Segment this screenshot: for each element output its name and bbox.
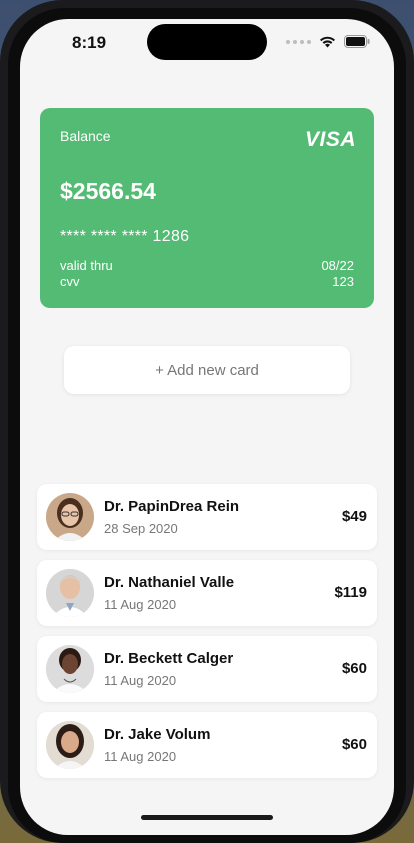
status-icons	[286, 35, 370, 48]
transaction-price: $60	[341, 736, 367, 753]
app-screen: 8:19 Balance VISA $2566.54 **** **** ***…	[20, 19, 394, 835]
add-new-card-button[interactable]: + Add new card	[64, 346, 350, 394]
visa-logo: VISA	[304, 128, 356, 151]
signal-icon	[286, 39, 311, 44]
transaction-date: 28 Sep 2020	[104, 521, 178, 536]
doctor-name: Dr. Beckett Calger	[104, 650, 234, 667]
valid-thru-value: 08/22	[321, 258, 354, 273]
status-time: 8:19	[72, 33, 107, 52]
doctor-name: Dr. Nathaniel Valle	[104, 574, 235, 591]
balance-label: Balance	[60, 128, 111, 144]
transaction-price: $119	[334, 584, 367, 601]
transaction-date: 11 Aug 2020	[104, 597, 177, 612]
status-bar: 8:19	[20, 19, 394, 67]
balance-card[interactable]: Balance VISA $2566.54 **** **** **** 128…	[40, 108, 374, 308]
transaction-list: Dr. PapinDrea Rein 28 Sep 2020 $49 Dr. N…	[37, 484, 377, 788]
transaction-date: 11 Aug 2020	[104, 749, 177, 764]
battery-icon	[344, 35, 370, 48]
cvv-value: 123	[332, 274, 354, 289]
valid-thru-label: valid thru	[60, 258, 113, 273]
avatar	[46, 645, 94, 693]
doctor-name: Dr. PapinDrea Rein	[104, 498, 240, 515]
transaction-item[interactable]: Dr. PapinDrea Rein 28 Sep 2020 $49	[37, 484, 377, 550]
transaction-price: $60	[341, 660, 367, 677]
transaction-date: 11 Aug 2020	[104, 673, 177, 688]
card-number: **** **** **** 1286	[60, 228, 190, 245]
doctor-name: Dr. Jake Volum	[104, 726, 211, 743]
home-indicator[interactable]	[141, 815, 273, 820]
dynamic-island	[147, 24, 267, 60]
transaction-price: $49	[341, 508, 367, 525]
transaction-item[interactable]: Dr. Beckett Calger 11 Aug 2020 $60	[37, 636, 377, 702]
avatar	[46, 493, 94, 541]
balance-amount: $2566.54	[60, 178, 156, 204]
avatar	[46, 569, 94, 617]
cvv-label: cvv	[60, 274, 80, 289]
wifi-icon	[319, 36, 336, 48]
transaction-item[interactable]: Dr. Nathaniel Valle 11 Aug 2020 $119	[37, 560, 377, 626]
transaction-item[interactable]: Dr. Jake Volum 11 Aug 2020 $60	[37, 712, 377, 778]
avatar	[46, 721, 94, 769]
